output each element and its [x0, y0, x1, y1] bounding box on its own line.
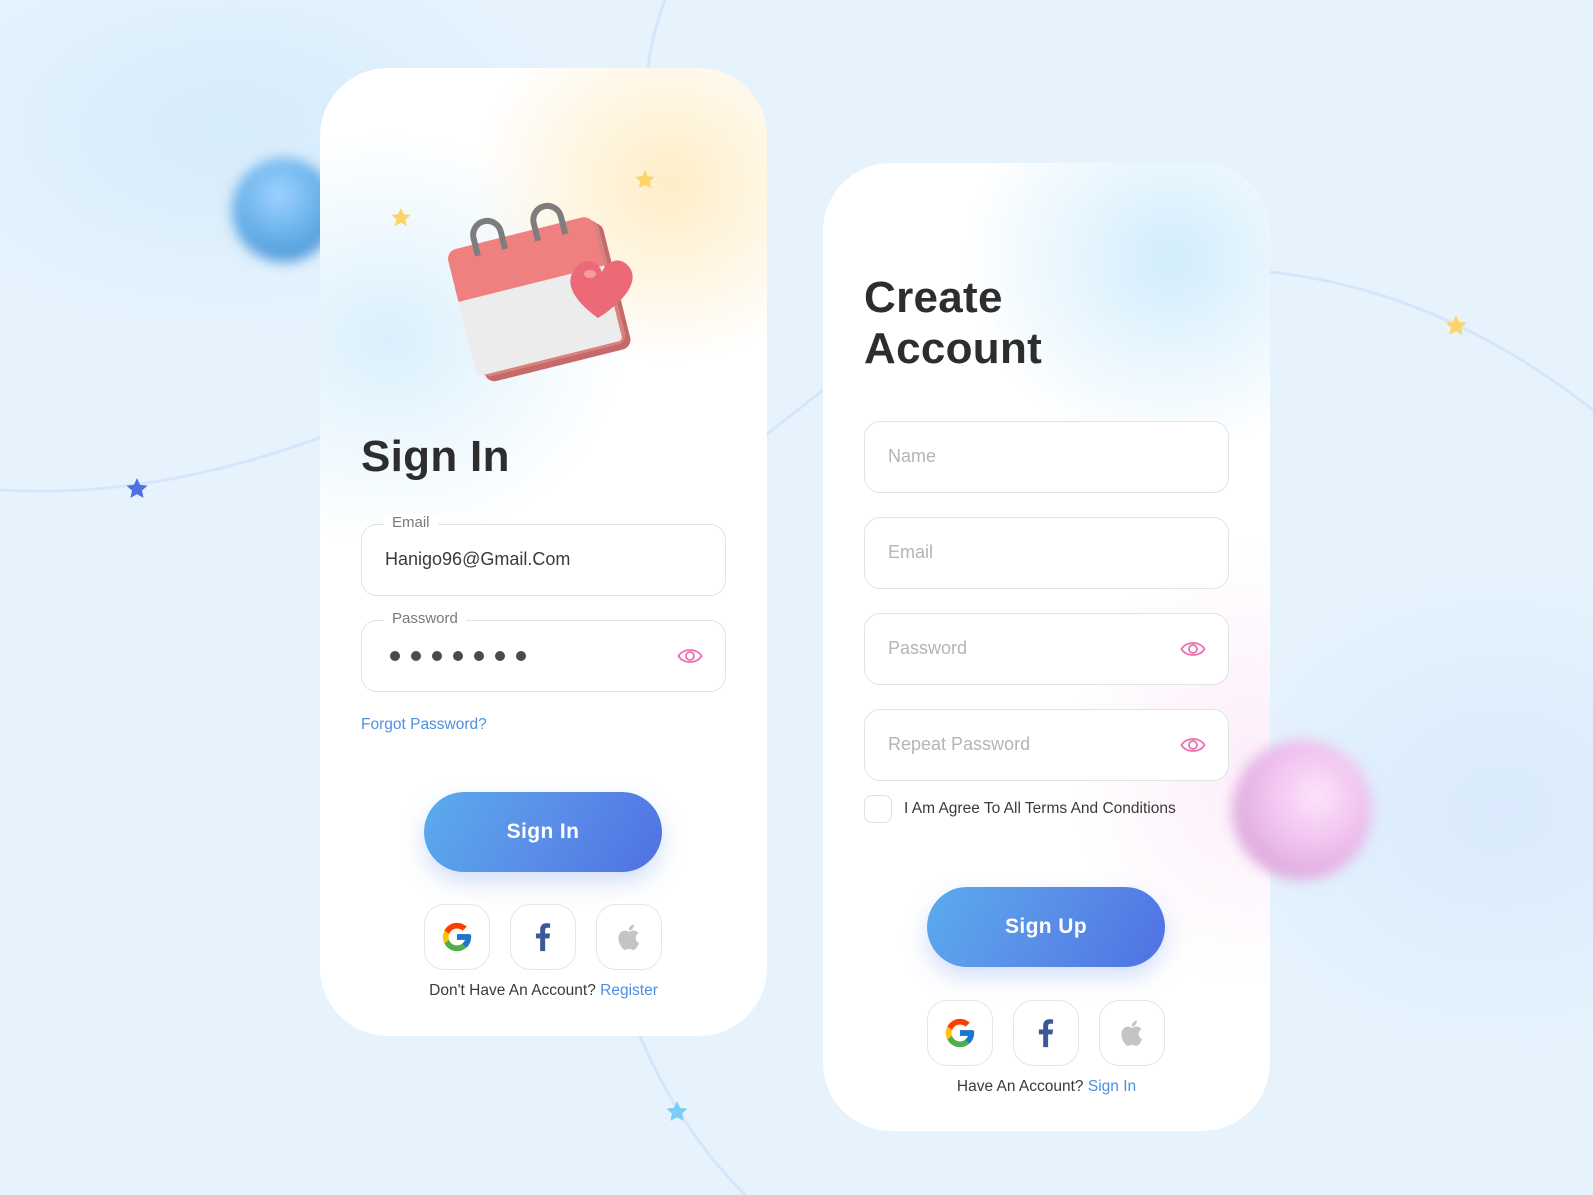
eye-icon[interactable]: [1180, 734, 1206, 756]
terms-checkbox[interactable]: [864, 795, 892, 823]
decorative-pink-sphere: [1232, 740, 1372, 880]
password-field[interactable]: Password: [361, 610, 726, 692]
email-field[interactable]: Email Hanigo96@Gmail.Com: [361, 514, 726, 596]
password-dot: [516, 651, 526, 661]
google-login-button[interactable]: [424, 904, 490, 970]
calendar-heart-illustration: [448, 202, 633, 382]
google-icon: [442, 922, 472, 952]
apple-icon: [1121, 1020, 1142, 1046]
page-title: Sign In: [361, 432, 510, 481]
register-prompt: Don't Have An Account? Register: [320, 982, 767, 1000]
repeat-password-placeholder: Repeat Password: [888, 734, 1031, 754]
sign-in-prompt: Have An Account? Sign In: [823, 1078, 1270, 1096]
star-icon: [391, 208, 411, 227]
sign-up-card: Create Account Name Email Password Repea…: [823, 163, 1270, 1131]
orbit-line: [1269, 270, 1593, 412]
email-value[interactable]: Hanigo96@Gmail.Com: [385, 549, 570, 570]
facebook-login-button[interactable]: [1013, 1000, 1079, 1066]
title-line-2: Account: [864, 323, 1043, 373]
facebook-icon: [535, 923, 551, 952]
apple-icon: [618, 924, 639, 950]
google-icon: [945, 1018, 975, 1048]
password-dot: [453, 651, 463, 661]
name-field[interactable]: Name: [864, 421, 1229, 493]
sign-up-button[interactable]: Sign Up: [927, 887, 1165, 967]
name-placeholder: Name: [888, 446, 937, 466]
password-placeholder: Password: [888, 638, 968, 658]
star-icon: [1445, 315, 1467, 335]
orbit-line: [646, 0, 667, 71]
orbit-line: [765, 388, 824, 437]
terms-label[interactable]: I Am Agree To All Terms And Conditions: [904, 800, 1176, 818]
star-icon: [635, 170, 655, 189]
facebook-icon: [1038, 1019, 1054, 1048]
password-label: Password: [384, 610, 466, 627]
social-login-group: [424, 904, 662, 970]
sign-in-button[interactable]: Sign In: [424, 792, 662, 872]
background: [0, 0, 1593, 1195]
password-dot: [390, 651, 400, 661]
title-line-1: Create: [864, 273, 1003, 322]
star-icon: [126, 478, 148, 498]
register-prompt-text: Don't Have An Account?: [429, 982, 596, 999]
facebook-login-button[interactable]: [510, 904, 576, 970]
eye-icon[interactable]: [1180, 638, 1206, 660]
orbit-line: [0, 428, 341, 493]
terms-row: I Am Agree To All Terms And Conditions: [864, 795, 1176, 823]
apple-login-button[interactable]: [1099, 1000, 1165, 1066]
password-masked-value[interactable]: [390, 651, 526, 661]
password-dot: [411, 651, 421, 661]
repeat-password-field[interactable]: Repeat Password: [864, 709, 1229, 781]
password-dot: [474, 651, 484, 661]
eye-icon[interactable]: [677, 645, 703, 667]
password-field[interactable]: Password: [864, 613, 1229, 685]
password-dot: [495, 651, 505, 661]
sign-in-card: Sign In Email Hanigo96@Gmail.Com Passwor…: [320, 68, 767, 1036]
star-icon: [666, 1101, 688, 1121]
password-dot: [432, 651, 442, 661]
sign-in-link[interactable]: Sign In: [1088, 1078, 1136, 1095]
google-login-button[interactable]: [927, 1000, 993, 1066]
social-login-group: [927, 1000, 1165, 1066]
register-link[interactable]: Register: [600, 982, 658, 999]
email-placeholder: Email: [888, 542, 934, 562]
email-label: Email: [384, 514, 438, 531]
orbit-lines: [0, 0, 1593, 1195]
email-field[interactable]: Email: [864, 517, 1229, 589]
forgot-password-link[interactable]: Forgot Password?: [361, 716, 487, 734]
apple-login-button[interactable]: [596, 904, 662, 970]
page-title: Create Account: [864, 273, 1042, 374]
sign-in-prompt-text: Have An Account?: [956, 1078, 1084, 1095]
orbit-line: [638, 1035, 747, 1195]
